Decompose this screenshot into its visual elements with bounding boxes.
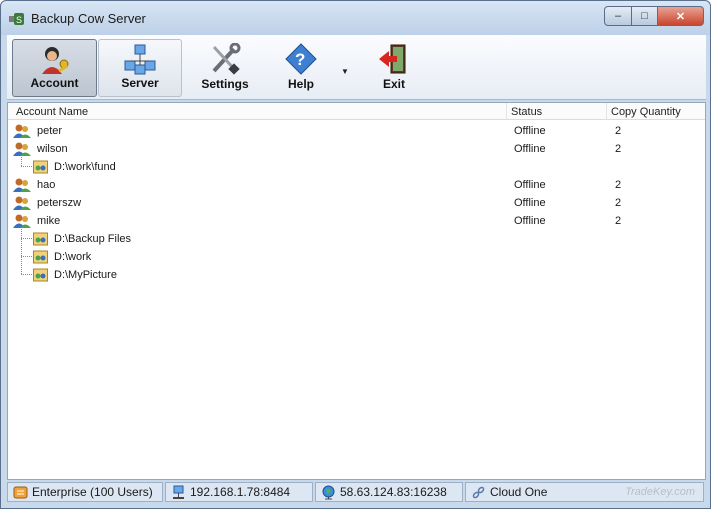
column-divider	[506, 103, 507, 120]
folder-path: D:\work	[54, 251, 92, 263]
account-row-peter[interactable]: peter Offline 2	[8, 122, 705, 140]
local-address-text: 192.168.1.78:8484	[190, 485, 291, 499]
public-address-text: 58.63.124.83:16238	[340, 485, 447, 499]
copy-quantity: 2	[615, 197, 622, 209]
backup-folder-icon	[33, 268, 48, 282]
account-list[interactable]: Account Name Status Copy Quantity peter …	[7, 102, 706, 480]
edition-icon	[13, 486, 28, 499]
account-status: Offline	[514, 143, 546, 155]
server-network-icon	[124, 44, 156, 75]
watermark: TradeKey.com	[625, 486, 695, 498]
cloud-link-icon	[472, 486, 485, 499]
cloud-text: Cloud One	[490, 485, 548, 499]
maximize-button[interactable]: □	[632, 6, 658, 26]
backup-folder-icon	[33, 232, 48, 246]
column-divider	[606, 103, 607, 120]
column-copy-quantity[interactable]: Copy Quantity	[611, 106, 681, 118]
list-header: Account Name Status Copy Quantity	[8, 103, 705, 120]
settings-button-label: Settings	[201, 77, 249, 91]
edition-text: Enterprise (100 Users)	[32, 485, 153, 499]
account-name: hao	[37, 179, 56, 191]
app-window: S Backup Cow Server – □ ✕ Account Server…	[0, 0, 711, 509]
copy-quantity: 2	[615, 125, 622, 137]
account-status: Offline	[514, 197, 546, 209]
window-controls: – □ ✕	[604, 6, 704, 26]
users-icon	[13, 178, 31, 192]
status-bar: Enterprise (100 Users) 192.168.1.78:8484…	[7, 482, 706, 504]
help-question-icon: ?	[285, 43, 317, 75]
status-cloud: Cloud One TradeKey.com	[465, 482, 704, 502]
account-status: Offline	[514, 125, 546, 137]
column-account-name[interactable]: Account Name	[16, 106, 88, 118]
account-name: peter	[37, 125, 63, 137]
svg-text:S: S	[16, 15, 22, 25]
copy-quantity: 2	[615, 143, 622, 155]
status-local-address: 192.168.1.78:8484	[165, 482, 313, 502]
settings-button[interactable]: Settings	[190, 39, 260, 97]
account-button-label: Account	[30, 76, 79, 90]
app-icon: S	[9, 13, 24, 25]
account-name: peterszw	[37, 197, 82, 209]
users-icon	[13, 196, 31, 210]
copy-quantity: 2	[615, 215, 622, 227]
folder-row[interactable]: D:\work	[8, 248, 705, 266]
help-button[interactable]: ? Help	[269, 39, 333, 97]
backup-folder-icon	[33, 250, 48, 264]
minimize-button[interactable]: –	[604, 6, 632, 26]
help-button-label: Help	[287, 77, 314, 91]
column-status[interactable]: Status	[511, 106, 542, 118]
account-status: Offline	[514, 215, 546, 227]
folder-path: D:\Backup Files	[54, 233, 132, 245]
users-icon	[13, 214, 31, 228]
account-row-peterszw[interactable]: peterszw Offline 2	[8, 194, 705, 212]
title-bar[interactable]: S Backup Cow Server – □ ✕	[1, 1, 710, 35]
users-icon	[13, 142, 31, 156]
folder-row[interactable]: D:\work\fund	[8, 158, 705, 176]
account-button[interactable]: Account	[12, 39, 97, 97]
account-row-hao[interactable]: hao Offline 2	[8, 176, 705, 194]
account-row-mike[interactable]: mike Offline 2	[8, 212, 705, 230]
folder-path: D:\MyPicture	[54, 269, 117, 281]
account-name: mike	[37, 215, 61, 227]
exit-button-label: Exit	[382, 77, 405, 91]
exit-button[interactable]: Exit	[359, 39, 429, 97]
exit-door-icon	[379, 44, 406, 74]
account-row-wilson[interactable]: wilson Offline 2	[8, 140, 705, 158]
backup-folder-icon	[33, 160, 48, 174]
server-button-label: Server	[121, 76, 159, 90]
status-public-address: 58.63.124.83:16238	[315, 482, 463, 502]
window-title: Backup Cow Server	[31, 11, 146, 26]
folder-path: D:\work\fund	[54, 161, 116, 173]
globe-icon	[322, 485, 335, 500]
toolbar: Account Server Settings ? Help ▼ Exit	[7, 35, 706, 100]
help-dropdown-arrow[interactable]: ▼	[341, 67, 349, 76]
account-status: Offline	[514, 179, 546, 191]
copy-quantity: 2	[615, 179, 622, 191]
network-computer-icon	[173, 485, 184, 499]
server-button[interactable]: Server	[98, 39, 182, 97]
wrench-screwdriver-icon	[212, 43, 241, 75]
status-edition: Enterprise (100 Users)	[7, 482, 163, 502]
folder-row[interactable]: D:\MyPicture	[8, 266, 705, 284]
svg-text:?: ?	[295, 50, 305, 69]
close-button[interactable]: ✕	[658, 6, 704, 26]
users-icon	[13, 124, 31, 138]
folder-row[interactable]: D:\Backup Files	[8, 230, 705, 248]
account-name: wilson	[37, 143, 68, 155]
account-key-icon	[41, 47, 68, 74]
